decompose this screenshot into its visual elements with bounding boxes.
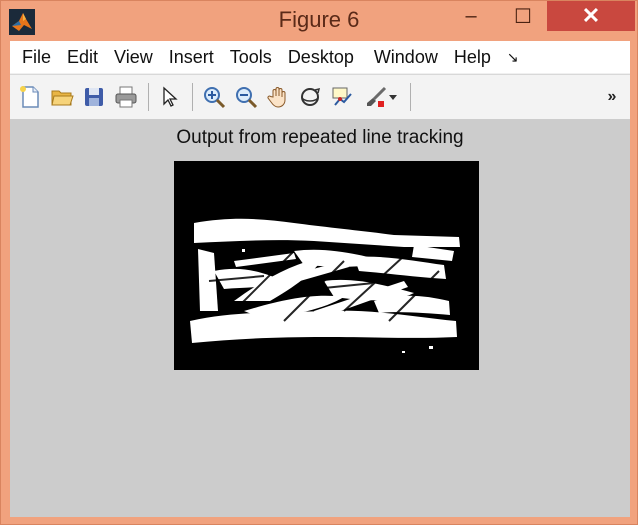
menu-help[interactable]: Help xyxy=(446,47,499,68)
title-bar[interactable]: Figure 6 – ☐ ✕ xyxy=(1,1,637,41)
minimize-button[interactable]: – xyxy=(449,1,493,31)
close-icon: ✕ xyxy=(581,3,601,28)
rotate-3d-icon xyxy=(301,87,321,106)
brush-dropdown-button[interactable] xyxy=(386,83,400,111)
zoom-out-button[interactable] xyxy=(232,83,260,111)
data-cursor-button[interactable] xyxy=(328,83,356,111)
toolbar-overflow-icon[interactable]: » xyxy=(600,83,624,111)
zoom-in-button[interactable] xyxy=(200,83,228,111)
zoom-in-icon xyxy=(204,87,226,109)
figure-window: Figure 6 – ☐ ✕ File Edit View Insert Too… xyxy=(0,0,638,525)
minimize-icon: – xyxy=(465,4,477,27)
select-button[interactable] xyxy=(156,83,184,111)
figure-canvas[interactable]: Output from repeated line tracking xyxy=(10,119,630,517)
menu-view[interactable]: View xyxy=(106,47,161,68)
menu-tools[interactable]: Tools xyxy=(222,47,280,68)
open-file-button[interactable] xyxy=(48,83,76,111)
toolbar-separator xyxy=(192,83,193,111)
select-arrow-icon xyxy=(163,86,178,107)
menu-insert[interactable]: Insert xyxy=(161,47,222,68)
line-tracking-image[interactable] xyxy=(174,161,479,370)
open-file-icon xyxy=(51,90,74,106)
menu-window[interactable]: Window xyxy=(366,47,446,68)
figure-client-area: File Edit View Insert Tools Desktop Wind… xyxy=(10,41,630,517)
print-button[interactable] xyxy=(112,83,140,111)
vein-pattern-image xyxy=(174,161,479,370)
menu-overflow-icon[interactable]: ↘ xyxy=(499,49,527,66)
toolbar-separator xyxy=(410,83,411,111)
menu-desktop[interactable]: Desktop xyxy=(280,47,366,68)
pan-hand-icon xyxy=(267,87,286,108)
close-button[interactable]: ✕ xyxy=(547,1,635,31)
menu-edit[interactable]: Edit xyxy=(59,47,106,68)
maximize-button[interactable]: ☐ xyxy=(501,1,545,31)
new-figure-button[interactable] xyxy=(16,83,44,111)
save-button[interactable] xyxy=(80,83,108,111)
figure-toolbar: » xyxy=(10,74,630,120)
print-icon xyxy=(115,86,137,108)
menu-file[interactable]: File xyxy=(10,47,59,68)
pan-button[interactable] xyxy=(264,83,292,111)
data-cursor-icon xyxy=(332,87,352,106)
new-figure-icon xyxy=(20,86,39,108)
toolbar-separator xyxy=(148,83,149,111)
zoom-out-icon xyxy=(236,87,258,109)
plot-title: Output from repeated line tracking xyxy=(176,127,464,148)
brush-icon xyxy=(367,86,387,107)
maximize-icon: ☐ xyxy=(514,5,532,28)
save-icon xyxy=(85,88,103,106)
rotate-3d-button[interactable] xyxy=(296,83,324,111)
brush-dropdown-icon xyxy=(389,95,397,100)
menu-bar: File Edit View Insert Tools Desktop Wind… xyxy=(10,41,630,73)
